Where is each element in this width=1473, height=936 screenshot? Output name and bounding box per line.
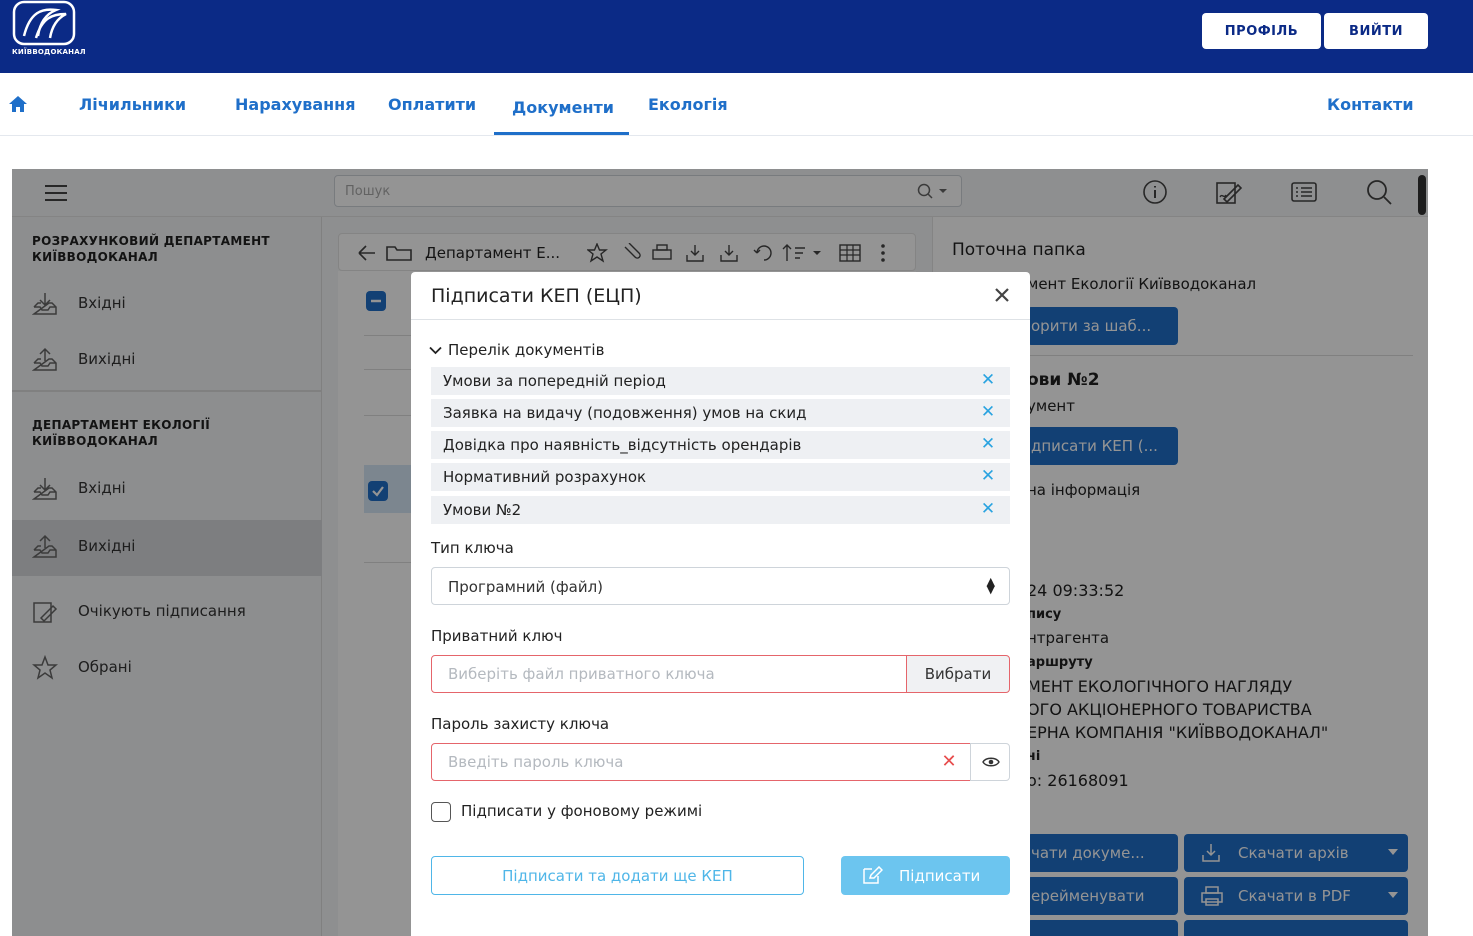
password-input[interactable]: [431, 743, 971, 781]
document-name: Умови №2: [443, 501, 522, 519]
document-list-toggle[interactable]: Перелік документів: [429, 341, 604, 359]
sign-kep-modal: Підписати КЕП (ЕЦП) Перелік документів У…: [411, 272, 1030, 936]
logo-emblem-icon: [12, 0, 76, 46]
list-item: Умови за попередній період ✕: [431, 367, 1010, 395]
document-name: Довідка про наявність_відсутність оренда…: [443, 436, 802, 454]
choose-file-button[interactable]: Вибрати: [906, 655, 1010, 693]
modal-header: Підписати КЕП (ЕЦП): [411, 272, 1030, 320]
list-item: Довідка про наявність_відсутність оренда…: [431, 431, 1010, 459]
edit-icon: [863, 866, 883, 884]
background-mode-label[interactable]: Підписати у фоновому режимі: [461, 802, 702, 820]
nav-item-documents[interactable]: Документи: [512, 98, 614, 117]
nav-item-contacts[interactable]: Контакти: [1327, 95, 1414, 114]
list-item: Умови №2 ✕: [431, 496, 1010, 524]
logout-button[interactable]: ВИЙТИ: [1324, 13, 1428, 49]
remove-document-icon[interactable]: ✕: [977, 433, 999, 455]
password-label: Пароль захисту ключа: [431, 715, 610, 733]
close-button[interactable]: [989, 282, 1015, 308]
document-name: Умови за попередній період: [443, 372, 666, 390]
key-type-label: Тип ключа: [431, 539, 514, 557]
private-key-input[interactable]: [431, 655, 907, 693]
close-icon: [995, 288, 1009, 302]
chevron-down-icon: [429, 346, 442, 355]
sign-button[interactable]: Підписати: [841, 856, 1010, 895]
clear-password-icon[interactable]: ✕: [939, 752, 959, 772]
remove-document-icon[interactable]: ✕: [977, 465, 999, 487]
nav-item-pay[interactable]: Оплатити: [388, 95, 476, 114]
private-key-label: Приватний ключ: [431, 627, 563, 645]
sign-button-label: Підписати: [899, 867, 981, 885]
list-item: Заявка на видачу (подовження) умов на ск…: [431, 399, 1010, 427]
logo-text: КИЇВВОДОКАНАЛ: [12, 48, 86, 56]
top-header: КИЇВВОДОКАНАЛ ПРОФІЛЬ ВИЙТИ: [0, 0, 1473, 73]
nav-item-meters[interactable]: Лічильники: [79, 95, 186, 114]
nav-item-charges[interactable]: Нарахування: [235, 95, 356, 114]
home-icon[interactable]: [8, 95, 28, 113]
nav-item-ecology[interactable]: Екологія: [648, 95, 728, 114]
select-arrows-icon: ▲ ▼: [986, 575, 995, 596]
kyivvodokanal-logo[interactable]: КИЇВВОДОКАНАЛ: [12, 0, 86, 60]
document-name: Заявка на видачу (подовження) умов на ск…: [443, 404, 807, 422]
remove-document-icon[interactable]: ✕: [977, 369, 999, 391]
nav-active-indicator: [494, 132, 629, 135]
modal-title: Підписати КЕП (ЕЦП): [431, 285, 642, 307]
remove-document-icon[interactable]: ✕: [977, 498, 999, 520]
key-type-value: Програмний (файл): [448, 578, 604, 596]
remove-document-icon[interactable]: ✕: [977, 401, 999, 423]
profile-button[interactable]: ПРОФІЛЬ: [1202, 13, 1321, 49]
key-type-select[interactable]: Програмний (файл) ▲ ▼: [431, 567, 1010, 605]
main-nav: Лічильники Нарахування Оплатити Документ…: [0, 73, 1473, 136]
document-name: Нормативний розрахунок: [443, 468, 647, 486]
list-item: Нормативний розрахунок ✕: [431, 463, 1010, 491]
document-list-label: Перелік документів: [448, 341, 605, 359]
background-mode-checkbox[interactable]: [431, 802, 451, 822]
toggle-password-visibility-button[interactable]: [970, 743, 1010, 781]
sign-and-add-kep-button[interactable]: Підписати та додати ще КЕП: [431, 856, 804, 895]
eye-icon: [982, 757, 1000, 767]
